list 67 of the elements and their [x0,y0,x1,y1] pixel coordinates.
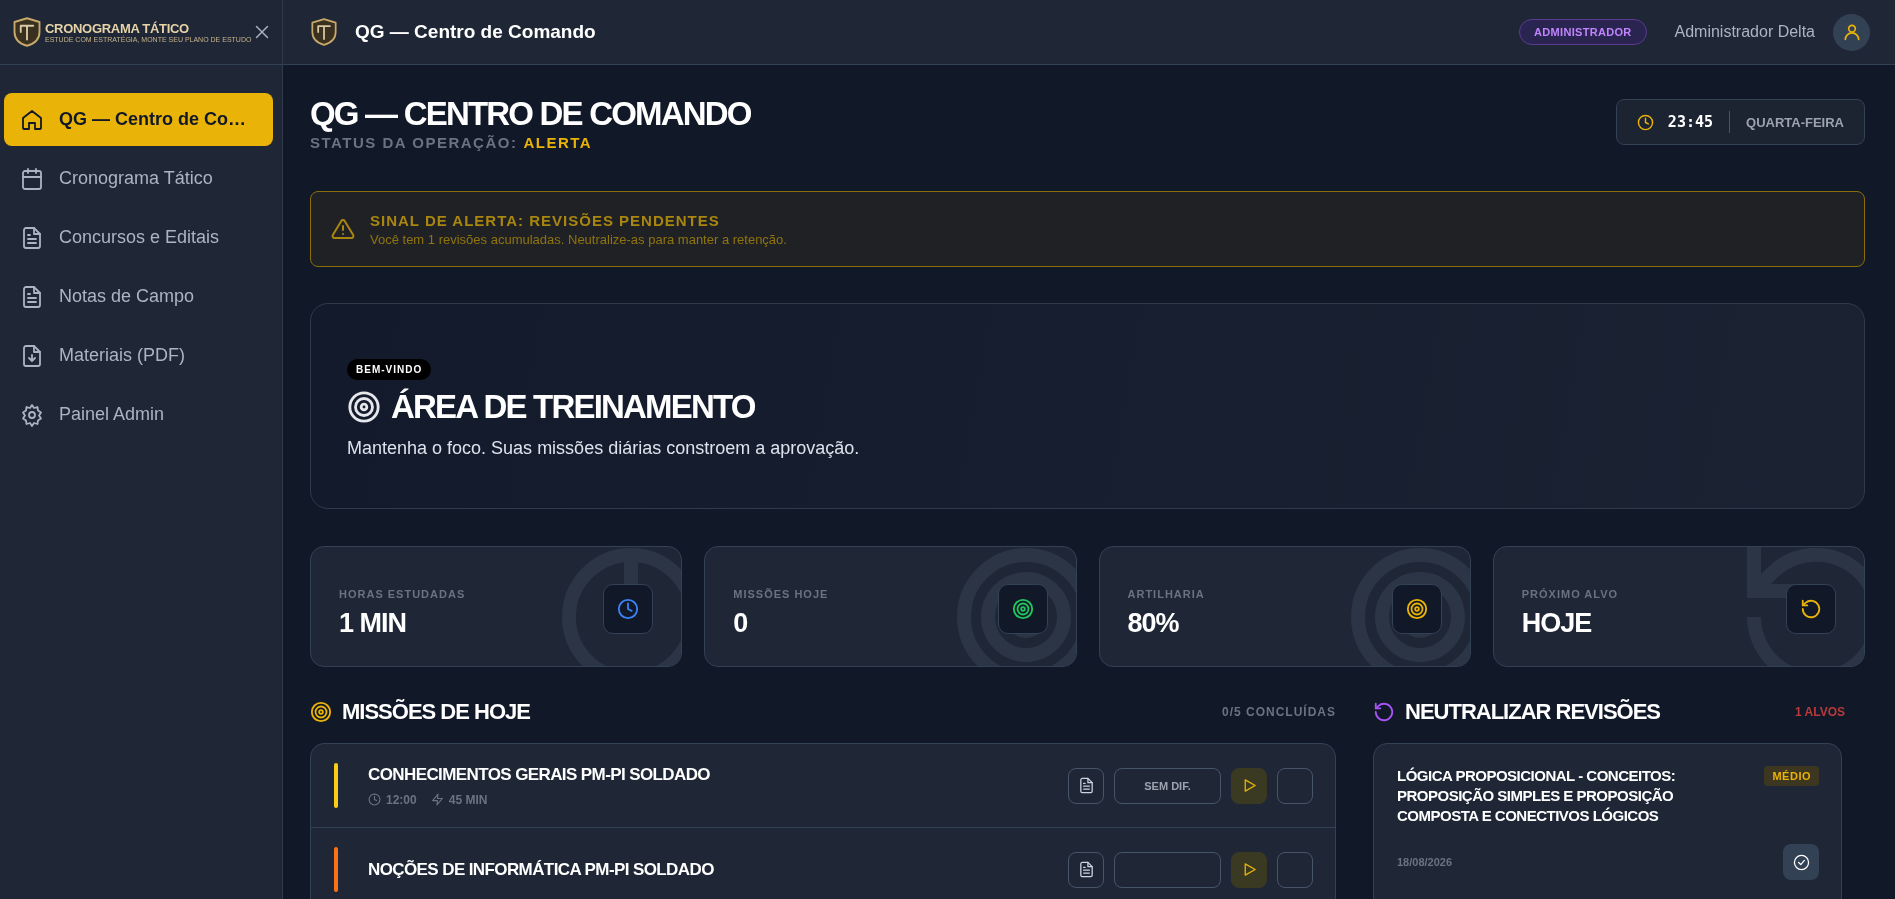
revision-title: LÓGICA PROPOSICIONAL - CONCEITOS: PROPOSIÇÃO SIMPLES E PROPOSIÇÃO COMPOSTA E CONECTIVOS LÓGICOS [1397,766,1677,826]
stat-label: ARTILHARIA [1127,588,1205,600]
lightning-icon [430,793,444,806]
status-value: ALERTA [523,134,593,151]
mission-title: CONHECIMENTOS GERAIS PM-PI SOLDADO [368,764,711,785]
notes-button[interactable] [1068,851,1104,888]
notes-button[interactable] [1068,767,1104,804]
play-button[interactable] [1231,851,1267,888]
weekday-label: QUARTA-FEIRA [1746,114,1844,130]
document-download-icon [20,343,44,368]
check-circle-icon [1792,853,1810,871]
logo-title: CRONOGRAMA TÁTICO [45,21,190,36]
mission-duration: 45 MIN [448,792,488,807]
completion-count: 0/5 CONCLUÍDAS [1222,705,1336,719]
mission-title: NOÇÕES DE INFORMÁTICA PM-PI SOLDADO [368,859,715,880]
clock-icon [1636,113,1654,131]
complete-checkbox[interactable] [1277,851,1313,888]
refresh-icon [1373,701,1395,723]
document-icon [1077,777,1095,794]
stat-label: MISSÕES HOJE [733,588,829,600]
revision-date: 18/08/2026 [1397,856,1453,868]
complete-checkbox[interactable] [1277,767,1313,804]
role-badge: ADMINISTRADOR [1519,19,1647,45]
settings-icon [20,402,44,427]
mission-time: 12:00 [386,792,417,807]
complete-button[interactable] [1783,844,1819,880]
nav-item[interactable]: Concursos e Editais [4,211,273,264]
home-icon [20,107,44,132]
status-label: STATUS DA OPERAÇÃO: [310,134,518,151]
stat-value: HOJE [1521,608,1593,639]
avatar-button[interactable] [1833,13,1870,51]
nav-item[interactable]: Cronograma Tático [4,152,273,205]
document-icon [20,225,44,250]
target-icon [347,390,381,424]
stat-value: 0 [733,608,749,639]
page-title: QG — CENTRO DE COMANDO [310,95,751,133]
clock-icon [368,793,381,806]
welcome-subtitle: Mantenha o foco. Suas missões diárias constroem a aprovação. [347,438,860,459]
target-count: 1 ALVOS [1795,705,1845,719]
header-title: QG — Centro de Comando [355,21,596,43]
calendar-icon [20,166,44,191]
difficulty-badge: MÉDIO [1764,766,1819,786]
warning-icon [331,217,355,241]
section-title: MISSÕES DE HOJE [342,699,530,725]
shield-logo-icon [12,15,42,49]
clock-time: 23:45 [1667,113,1713,131]
play-button[interactable] [1231,767,1267,804]
stat-label: PRÓXIMO ALVO [1521,588,1619,600]
stat-value: 80% [1127,608,1180,639]
user-name: Administrador Delta [1674,23,1815,41]
document-icon [20,284,44,309]
nav-item[interactable]: QG — Centro de Co… [4,93,273,146]
alert-message: Você tem 1 revisões acumuladas. Neutralize-as para manter a retenção. [370,231,787,247]
shield-logo-icon [310,16,338,48]
nav-item[interactable]: Materiais (PDF) [4,329,273,382]
stat-value: 1 MIN [339,608,407,639]
user-icon [1841,22,1862,42]
difficulty-button[interactable]: SEM DIF. [1114,767,1221,804]
stat-label: HORAS ESTUDADAS [339,588,466,600]
document-icon [1077,861,1095,878]
welcome-title: ÁREA DE TREINAMENTO [391,388,755,426]
target-icon [310,701,332,723]
welcome-badge: BEM-VINDO [347,359,432,380]
nav-item[interactable]: Painel Admin [4,388,273,441]
alert-title: SINAL DE ALERTA: REVISÕES PENDENTES [370,211,721,229]
section-title: NEUTRALIZAR REVISÕES [1405,699,1661,725]
nav-item[interactable]: Notas de Campo [4,270,273,323]
